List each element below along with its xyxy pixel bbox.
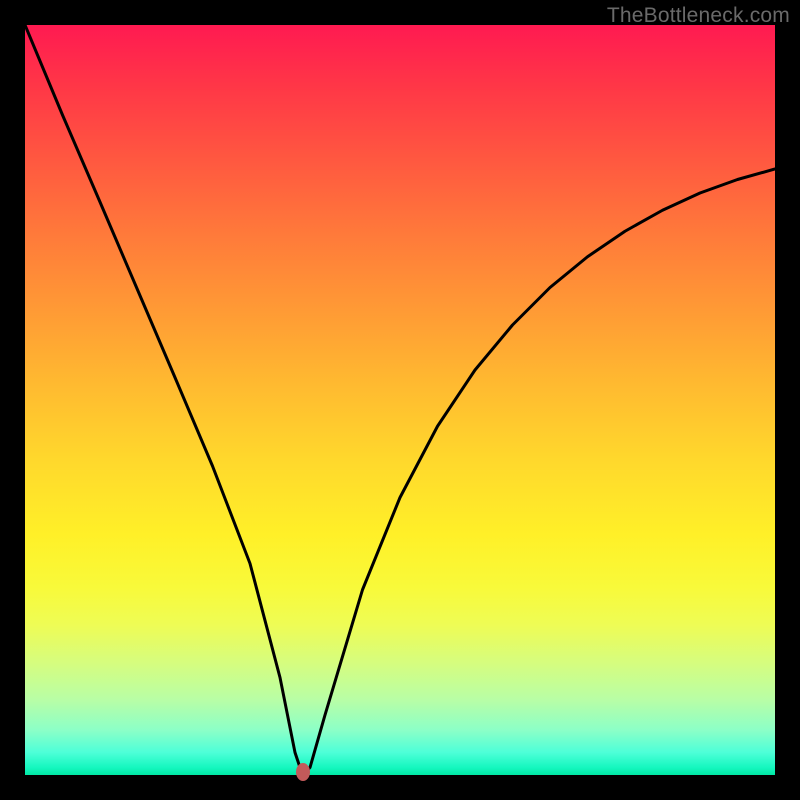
bottleneck-curve bbox=[25, 25, 775, 775]
chart-container: TheBottleneck.com bbox=[0, 0, 800, 800]
plot-outer bbox=[25, 25, 775, 775]
watermark-text: TheBottleneck.com bbox=[607, 4, 790, 28]
minimum-marker bbox=[296, 763, 310, 781]
